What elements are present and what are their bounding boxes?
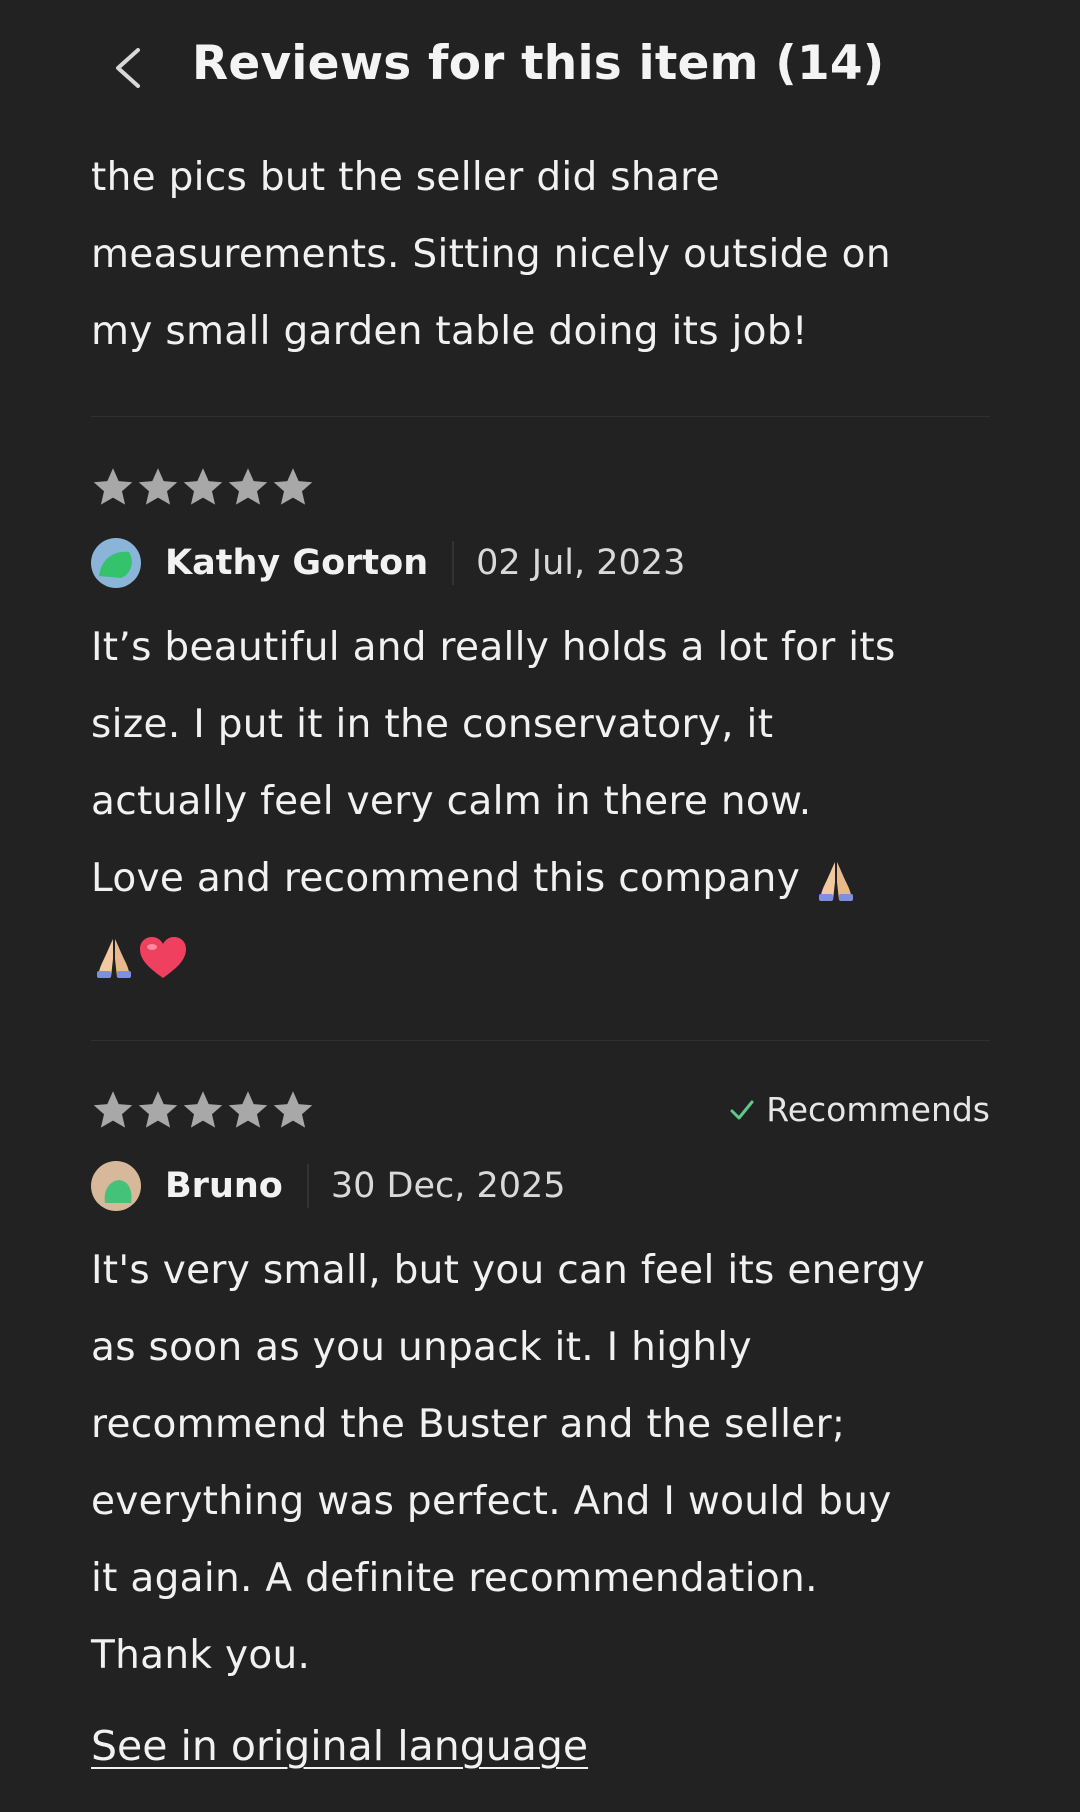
recommends-label: Recommends <box>766 1090 990 1129</box>
back-button[interactable] <box>102 38 152 98</box>
see-original-language-link[interactable]: See in original language <box>91 1722 588 1770</box>
review-text-line: size. I put it in the conservatory, it <box>91 702 774 747</box>
avatar[interactable] <box>91 1161 141 1211</box>
review-meta: Bruno 30 Dec, 2025 <box>91 1161 566 1211</box>
star-icon <box>91 465 135 509</box>
reviewer-name[interactable]: Kathy Gorton <box>165 543 428 583</box>
star-icon <box>271 1088 315 1132</box>
avatar[interactable] <box>91 538 141 588</box>
review-divider <box>91 1040 990 1041</box>
review-text-line: actually feel very calm in there now. <box>91 779 812 824</box>
review-text-line: recommend the Buster and the seller; <box>91 1402 846 1447</box>
star-icon <box>271 465 315 509</box>
star-rating <box>91 465 315 509</box>
review-meta: Kathy Gorton 02 Jul, 2023 <box>91 538 685 588</box>
star-icon <box>181 1088 225 1132</box>
checkmark-icon <box>730 1100 754 1119</box>
review-text-line: everything was perfect. And I would buy <box>91 1479 892 1524</box>
reviewer-name[interactable]: Bruno <box>165 1166 283 1206</box>
review-text-line: it again. A definite recommendation. <box>91 1556 818 1601</box>
review-text-line <box>91 917 990 994</box>
meta-separator <box>452 541 455 585</box>
review-text-line: It's very small, but you can feel its en… <box>91 1248 926 1293</box>
review-text-line: Thank you. <box>91 1633 311 1678</box>
star-icon <box>91 1088 135 1132</box>
review-text-line: Love and recommend this company <box>91 840 990 917</box>
chevron-left-icon <box>116 48 140 88</box>
review-text-line: as soon as you unpack it. I highly <box>91 1325 752 1370</box>
star-icon <box>226 1088 270 1132</box>
review-text-segment: Love and recommend this company <box>91 856 801 901</box>
review-text: It's very small, but you can feel its en… <box>91 1232 990 1694</box>
review-text-line: the pics but the seller did share <box>91 155 720 200</box>
star-icon <box>136 1088 180 1132</box>
review-date: 30 Dec, 2025 <box>330 1166 566 1206</box>
red-heart-icon <box>137 934 189 982</box>
review-text-partial: the pics but the seller did share measur… <box>91 139 990 370</box>
review-text-line: my small garden table doing its job! <box>91 309 808 354</box>
folded-hands-icon <box>91 935 137 981</box>
star-rating <box>91 1088 315 1132</box>
app-header: Reviews for this item (14) <box>0 0 1080 138</box>
review-date: 02 Jul, 2023 <box>476 543 686 583</box>
star-icon <box>226 465 270 509</box>
star-icon <box>136 465 180 509</box>
meta-separator <box>306 1164 309 1208</box>
star-icon <box>181 465 225 509</box>
review-divider <box>91 416 990 417</box>
page-title: Reviews for this item (14) <box>192 36 885 91</box>
review-text: It’s beautiful and really holds a lot fo… <box>91 609 990 994</box>
review-text-line: It’s beautiful and really holds a lot fo… <box>91 625 896 670</box>
review-text-line: measurements. Sitting nicely outside on <box>91 232 891 277</box>
folded-hands-icon <box>813 858 859 904</box>
recommends-badge: Recommends <box>728 1090 990 1129</box>
